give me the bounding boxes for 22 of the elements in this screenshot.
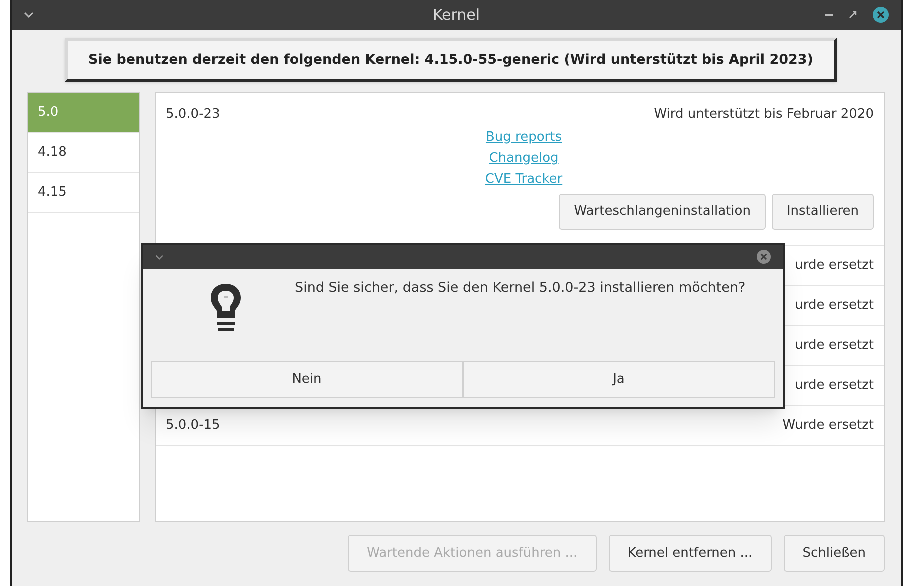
kernel-status: urde ersetzt: [795, 256, 874, 275]
footer-button[interactable]: Schließen: [784, 535, 885, 572]
close-icon[interactable]: [873, 7, 889, 23]
footer-button[interactable]: Kernel entfernen ...: [608, 535, 772, 572]
kernel-status: urde ersetzt: [795, 336, 874, 355]
kernel-status: Wird unterstützt bis Februar 2020: [654, 106, 874, 124]
kernel-status: urde ersetzt: [795, 376, 874, 395]
window-title: Kernel: [432, 4, 480, 26]
chevron-down-icon[interactable]: [155, 254, 164, 260]
kernel-version: 5.0.0-15: [166, 416, 220, 435]
install-button[interactable]: Installieren: [772, 194, 874, 230]
close-icon[interactable]: [757, 250, 771, 264]
current-kernel-banner: Sie benutzen derzeit den folgenden Kernel: 4.15.0-55-generic (Wird unterstützt bis April 2023): [65, 38, 837, 82]
kernel-status: urde ersetzt: [795, 296, 874, 315]
dialog-button[interactable]: Nein: [151, 361, 463, 398]
kernel-version: 5.0.0-23: [166, 106, 220, 124]
maximize-icon[interactable]: [849, 11, 857, 19]
dialog-button[interactable]: Ja: [463, 361, 775, 398]
dialog-message: Sind Sie sicher, dass Sie den Kernel 5.0.0-23 installieren möchten?: [295, 279, 746, 298]
kernel-status: Wurde ersetzt: [782, 416, 874, 435]
chevron-down-icon[interactable]: [24, 12, 34, 18]
install-button[interactable]: Warteschlangeninstallation: [559, 194, 766, 230]
